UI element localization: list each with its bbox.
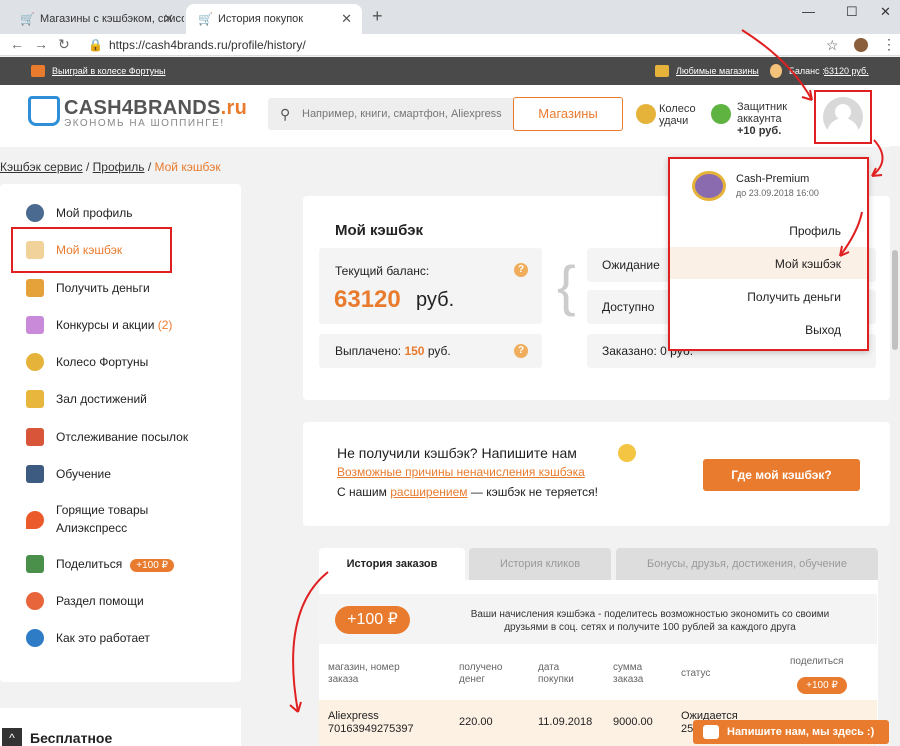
- arrow-to-my-cashback: [839, 211, 863, 257]
- annotation-arrows: [289, 29, 884, 713]
- arrow-to-avatar: [741, 29, 813, 101]
- chat-button[interactable]: Напишите нам, мы здесь :): [693, 720, 889, 744]
- arrow-head: [289, 701, 302, 713]
- page-scrollbar[interactable]: [890, 146, 900, 746]
- scrollbar-thumb[interactable]: [892, 250, 898, 350]
- chat-button-label: Напишите нам, мы здесь :): [727, 726, 875, 738]
- arrow-to-dropdown: [871, 139, 884, 177]
- chat-bubble-icon: [703, 725, 719, 739]
- arrow-to-orders: [292, 571, 329, 713]
